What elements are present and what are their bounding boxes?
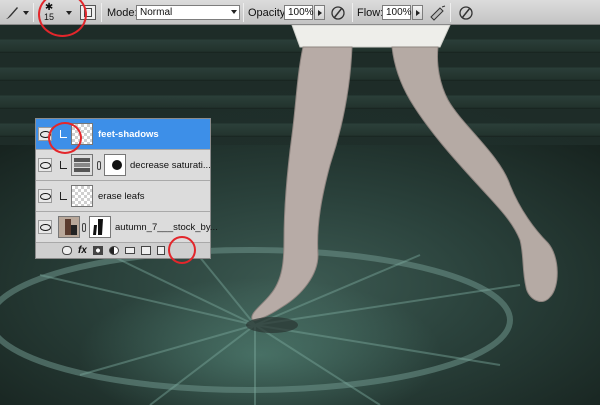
clipping-arrow-icon	[60, 161, 67, 169]
layer-row-decrease-saturation[interactable]: decrease saturati...	[36, 150, 211, 181]
mask-thumbnail	[104, 154, 126, 176]
opacity-input[interactable]: 100%	[284, 5, 314, 20]
link-icon[interactable]	[82, 223, 86, 232]
highlight-clipping-circle	[48, 122, 82, 154]
opacity-slider-button[interactable]	[314, 5, 325, 20]
chevron-down-icon[interactable]	[23, 10, 29, 15]
foot-shadow	[246, 317, 298, 333]
adjustment-icon	[71, 154, 93, 176]
layer-name: autumn_7___stock_by...	[115, 222, 218, 233]
new-group-icon[interactable]	[124, 247, 135, 254]
left-leg	[251, 46, 353, 321]
flow-slider-button[interactable]	[412, 5, 423, 20]
layer-name: feet-shadows	[98, 129, 159, 140]
trash-icon[interactable]	[156, 246, 165, 255]
layer-thumbnail	[58, 216, 80, 238]
mask-thumbnail	[89, 216, 111, 238]
brush-icon[interactable]	[3, 4, 21, 22]
link-layers-icon[interactable]	[62, 246, 72, 255]
layer-thumbnail	[71, 185, 93, 207]
new-layer-icon[interactable]	[140, 246, 151, 255]
tablet-pressure-size-icon[interactable]	[458, 0, 474, 25]
mode-label: Mode:	[107, 6, 138, 19]
mode-value: Normal	[140, 7, 173, 18]
chevron-down-icon	[231, 10, 237, 14]
options-bar: ✱ 15 Mode: Normal Opacity: 100% Flow: 10…	[0, 0, 600, 25]
layer-name: erase leafs	[98, 191, 145, 202]
lace-skirt	[291, 25, 451, 48]
tool-preset-picker[interactable]	[3, 0, 29, 25]
tablet-pressure-opacity-icon[interactable]	[330, 0, 346, 25]
opacity-label: Opacity:	[248, 6, 289, 19]
add-mask-icon[interactable]	[92, 246, 103, 255]
adjustment-layer-icon[interactable]	[108, 246, 119, 255]
flow-label: Flow:	[357, 6, 384, 19]
mode-dropdown[interactable]: Normal	[136, 0, 240, 25]
layer-name: decrease saturati...	[130, 160, 211, 171]
clipping-arrow-icon	[60, 192, 67, 200]
fx-icon[interactable]: fx	[78, 245, 87, 256]
eye-icon[interactable]	[38, 189, 52, 203]
flow-input[interactable]: 100%	[382, 5, 412, 20]
eye-icon[interactable]	[38, 220, 52, 234]
link-icon[interactable]	[97, 161, 101, 170]
eye-icon[interactable]	[38, 158, 52, 172]
highlight-new-layer-circle	[168, 236, 196, 264]
airbrush-icon[interactable]	[428, 0, 446, 25]
layer-row-erase-leafs[interactable]: erase leafs	[36, 181, 210, 212]
